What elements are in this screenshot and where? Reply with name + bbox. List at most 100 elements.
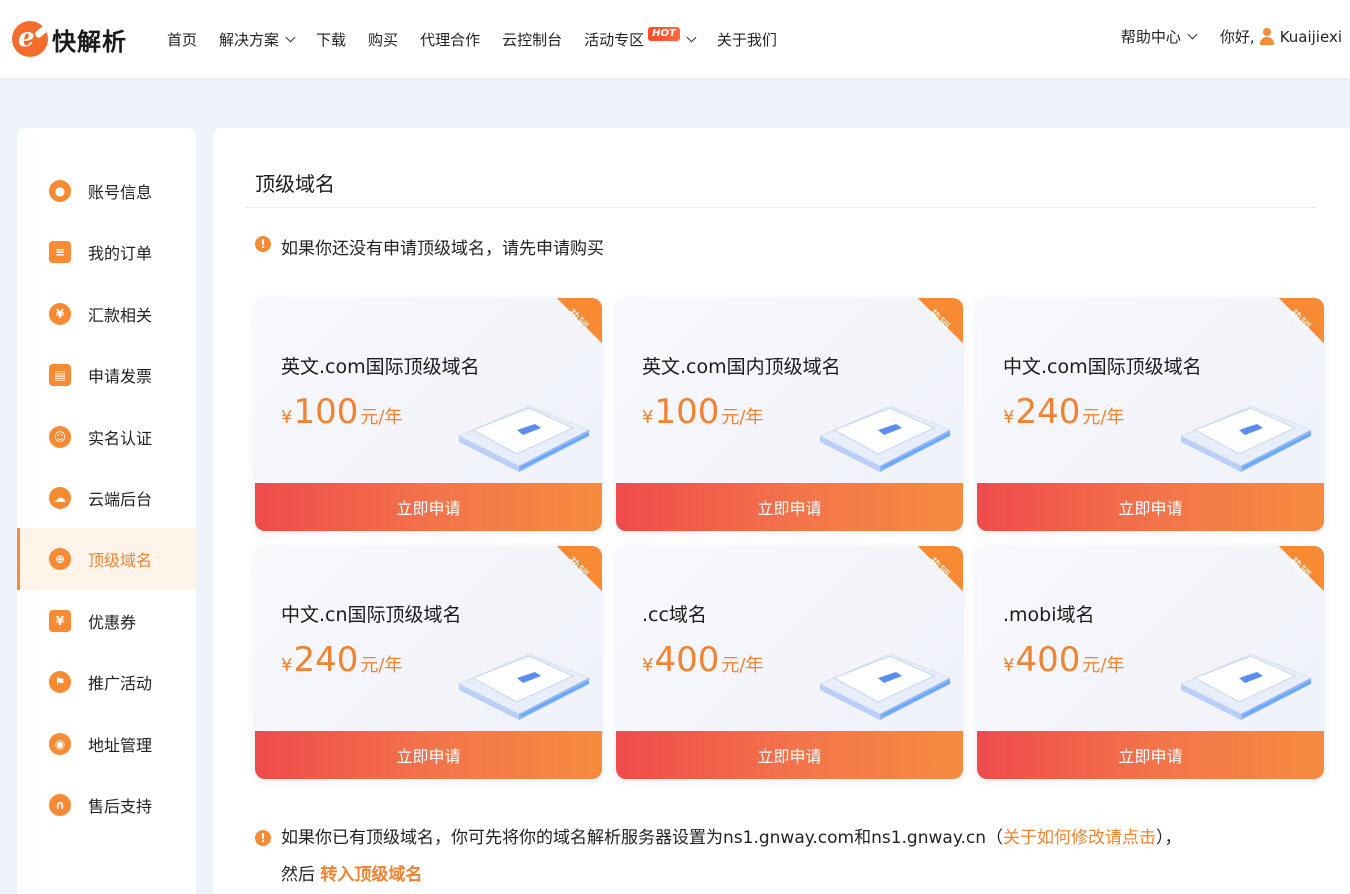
chevron-down-icon (285, 32, 296, 42)
username-link[interactable]: Kuaijiexi (1280, 28, 1342, 46)
sidebar-item-cloud[interactable]: ☁ 云端后台 (17, 467, 196, 529)
domain-card: 热销 英文.com国际顶级域名 ¥100 元/年 立即申请 (255, 298, 602, 531)
ribbon-label: 热销 (925, 306, 953, 334)
sidebar-item-domains[interactable]: ⊕ 顶级域名 (17, 528, 196, 590)
cloud-icon: ☁ (49, 487, 71, 509)
price-unit: 元/年 (360, 407, 403, 428)
price-value: 100 (654, 392, 720, 432)
hot-badge: HOT (648, 27, 680, 41)
logo-icon: e (12, 21, 48, 57)
price-unit: 元/年 (360, 655, 403, 676)
sidebar-item-label: 地址管理 (88, 736, 153, 755)
server-illustration-icon (1179, 653, 1313, 720)
nav-buy[interactable]: 购买 (368, 29, 398, 50)
help-center-menu[interactable]: 帮助中心 (1120, 26, 1198, 47)
sidebar-item-coupons[interactable]: ¥ 优惠券 (17, 590, 196, 652)
ribbon-label: 热销 (1286, 306, 1314, 334)
domain-price: ¥400 元/年 (642, 640, 763, 680)
price-value: 100 (293, 392, 359, 432)
nav-home[interactable]: 首页 (167, 29, 197, 50)
sidebar-item-label: 申请发票 (88, 367, 153, 386)
price-value: 240 (293, 640, 359, 680)
nav-label: 活动专区 (584, 30, 645, 49)
notice-text: 如果你还没有申请顶级域名，请先申请购买 (281, 239, 604, 259)
price-unit: 元/年 (1082, 655, 1125, 676)
hot-ribbon: 热销 (538, 298, 602, 362)
server-illustration-icon (457, 653, 591, 720)
nav-agent[interactable]: 代理合作 (420, 29, 480, 50)
nav-label: 首页 (167, 30, 198, 49)
nav-cloud-console[interactable]: 云控制台 (502, 29, 562, 50)
apply-button[interactable]: 立即申请 (977, 483, 1324, 531)
nav-download[interactable]: 下载 (316, 29, 346, 50)
hot-ribbon: 热销 (1260, 298, 1324, 362)
notice-line-2: 然后 转入顶级域名 (281, 857, 1181, 894)
sidebar-item-label: 优惠券 (88, 613, 137, 632)
then-text: 然后 (281, 865, 315, 885)
domain-price: ¥240 元/年 (1003, 392, 1124, 432)
domain-name: 英文.com国际顶级域名 (281, 356, 480, 378)
hot-ribbon: 热销 (899, 546, 963, 610)
price-unit: 元/年 (721, 407, 764, 428)
notice-text: 如果你已有顶级域名，你可先将你的域名解析服务器设置为ns1.gnway.com和… (281, 828, 986, 848)
notice-apply: ! 如果你还没有申请顶级域名，请先申请购买 (255, 234, 604, 259)
price-unit: 元/年 (1082, 407, 1125, 428)
main-panel: 顶级域名 ! 如果你还没有申请顶级域名，请先申请购买 热销 英文.com国际顶级… (213, 128, 1350, 894)
how-to-modify-link[interactable]: 关于如何修改请点击 (1003, 828, 1156, 848)
notice-line-1: 如果你已有顶级域名，你可先将你的域名解析服务器设置为ns1.gnway.com和… (281, 820, 1181, 857)
sidebar-item-label: 推广活动 (88, 674, 153, 693)
domain-card: 热销 中文.com国际顶级域名 ¥240 元/年 立即申请 (977, 298, 1324, 531)
divider (245, 207, 1316, 208)
main-nav: 首页 解决方案 下载 购买 代理合作 云控制台 活动专区 HOT 关于我们 (167, 26, 799, 52)
chevron-down-icon (1187, 29, 1198, 40)
server-illustration-icon (818, 653, 952, 720)
nav-label: 云控制台 (502, 30, 563, 49)
domain-name: .mobi域名 (1003, 604, 1095, 626)
sidebar-item-promotions[interactable]: ⚑ 推广活动 (17, 651, 196, 713)
server-illustration-icon (1179, 405, 1313, 472)
user-icon (1259, 28, 1274, 45)
domain-name: .cc域名 (642, 604, 707, 626)
apply-button[interactable]: 立即申请 (255, 731, 602, 779)
ribbon-label: 热销 (925, 554, 953, 582)
nav-solutions[interactable]: 解决方案 (219, 29, 296, 50)
brand-logo[interactable]: e 快解析 (12, 19, 127, 59)
sidebar-item-label: 实名认证 (88, 429, 153, 448)
transfer-domain-link[interactable]: 转入顶级域名 (320, 865, 422, 885)
nav-label: 关于我们 (716, 30, 777, 49)
coupon-icon: ¥ (49, 610, 71, 632)
price-value: 400 (1015, 640, 1081, 680)
sidebar-item-account[interactable]: ● 账号信息 (17, 160, 196, 222)
ribbon-label: 热销 (564, 554, 592, 582)
currency-symbol: ¥ (1003, 407, 1015, 428)
domain-price: ¥240 元/年 (281, 640, 402, 680)
sidebar-item-address[interactable]: ◉ 地址管理 (17, 713, 196, 775)
sidebar-item-verification[interactable]: ☺ 实名认证 (17, 406, 196, 468)
sidebar-item-invoice[interactable]: ▤ 申请发票 (17, 344, 196, 406)
hot-ribbon: 热销 (899, 298, 963, 362)
server-illustration-icon (457, 405, 591, 472)
header-right: 帮助中心 你好, Kuaijiexi (1121, 26, 1342, 47)
apply-button[interactable]: 立即申请 (616, 731, 963, 779)
nav-about[interactable]: 关于我们 (717, 29, 777, 50)
apply-button[interactable]: 立即申请 (977, 731, 1324, 779)
help-label: 帮助中心 (1120, 28, 1181, 46)
currency-symbol: ¥ (281, 407, 293, 428)
globe-icon: ⊕ (49, 548, 71, 570)
order-icon: ≡ (49, 241, 71, 263)
warning-icon: ! (255, 830, 271, 846)
headset-icon: ∩ (49, 794, 71, 816)
location-icon: ◉ (49, 733, 71, 755)
sidebar-item-orders[interactable]: ≡ 我的订单 (17, 221, 196, 283)
printer-icon: ▤ (49, 364, 71, 386)
domain-price: ¥400 元/年 (1003, 640, 1124, 680)
id-verify-icon: ☺ (49, 426, 71, 448)
domain-card: 热销 中文.cn国际顶级域名 ¥240 元/年 立即申请 (255, 546, 602, 779)
nav-activities[interactable]: 活动专区 HOT (584, 27, 697, 50)
apply-button[interactable]: 立即申请 (616, 483, 963, 531)
ribbon-label: 热销 (1286, 554, 1314, 582)
sidebar-item-remittance[interactable]: ¥ 汇款相关 (17, 283, 196, 345)
apply-button[interactable]: 立即申请 (255, 483, 602, 531)
paren-open: （ (985, 828, 1003, 848)
sidebar-item-support[interactable]: ∩ 售后支持 (17, 774, 196, 836)
